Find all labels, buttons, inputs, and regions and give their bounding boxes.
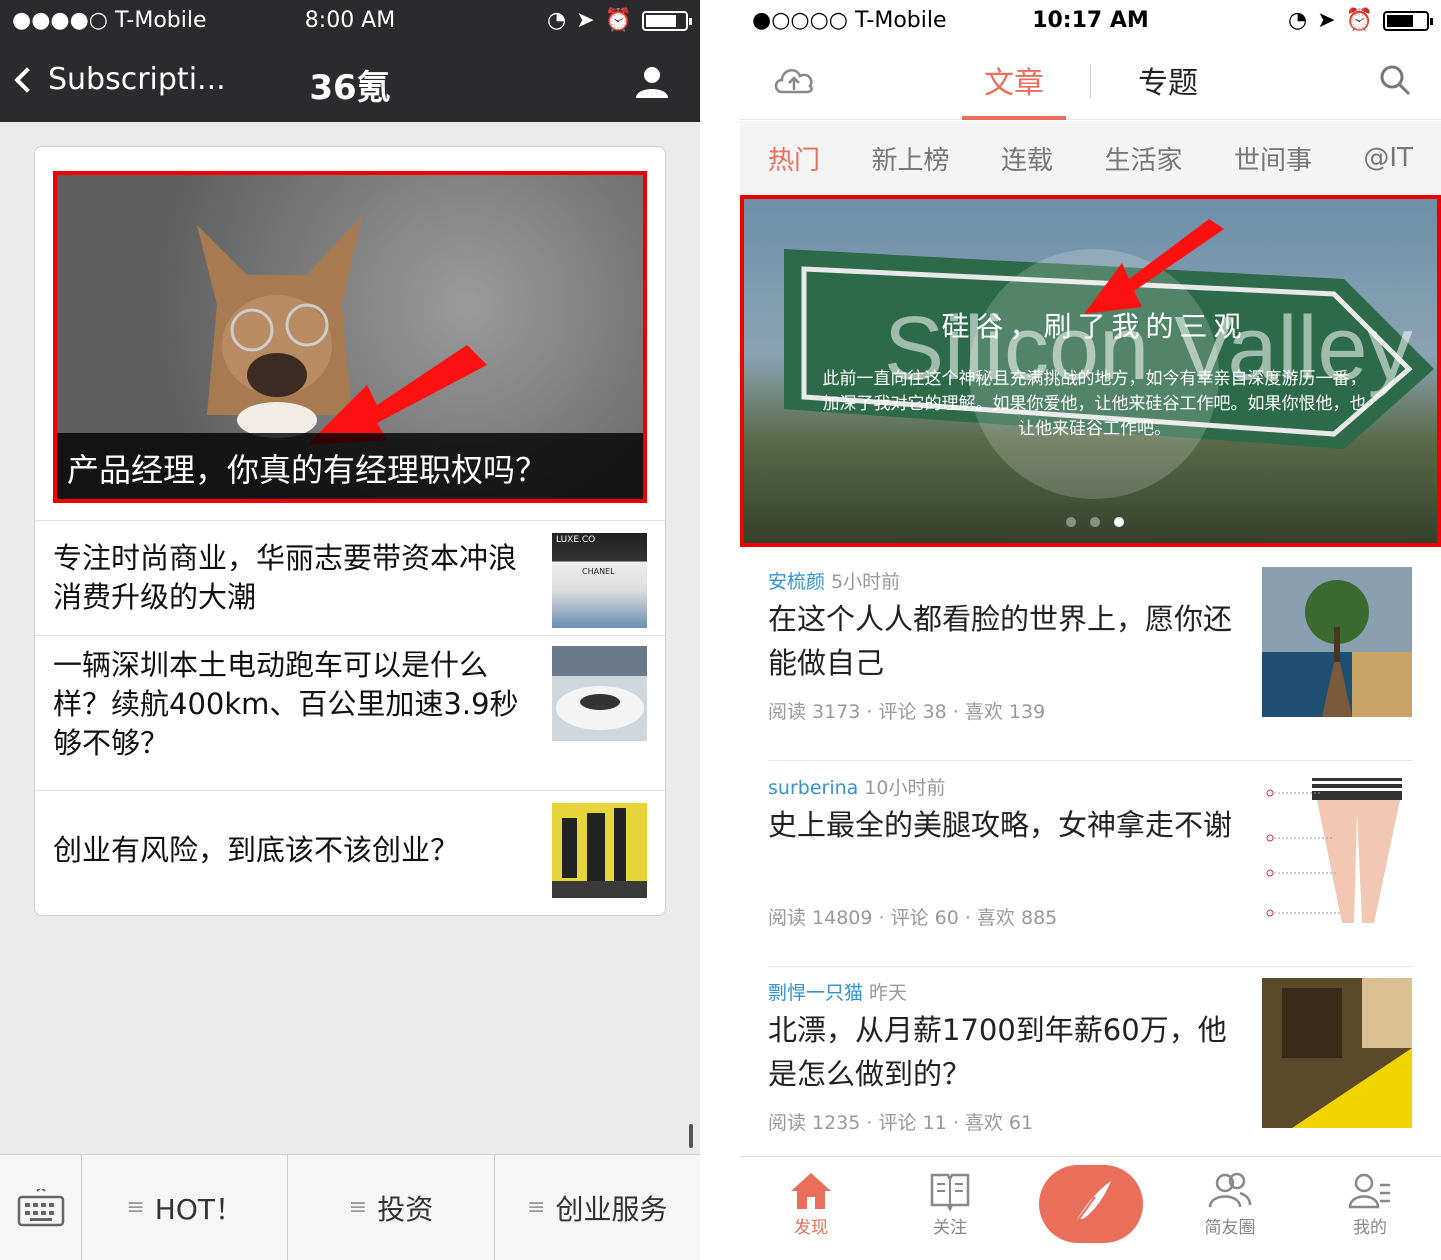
write-button[interactable] (1039, 1165, 1143, 1243)
alarm-icon: ⏰ (604, 8, 632, 33)
category-new[interactable]: 新上榜 (871, 140, 949, 177)
featured-article[interactable]: 产品经理，你真的有经理职权吗？ (53, 171, 647, 503)
menu-label: HOT！ (154, 1192, 243, 1226)
list-item[interactable]: 专注时尚商业，华丽志要带资本冲浪消费升级的大潮 LUXE.CO CHANEL (35, 520, 665, 635)
article-title[interactable]: 史上最全的美腿攻略，女神拿走不谢 (768, 803, 1238, 847)
category-serial[interactable]: 连载 (1001, 140, 1053, 177)
book-icon (930, 1173, 970, 1211)
car-thumbnail (552, 646, 647, 741)
profile-icon (1348, 1173, 1390, 1209)
category-world[interactable]: 世间事 (1234, 140, 1312, 177)
menu-lines-icon: ≡ (527, 1195, 546, 1220)
tab-topics[interactable]: 专题 (1138, 58, 1198, 102)
carousel-dots (744, 517, 1437, 527)
wechat-screen: ●●●●○ T-Mobile 8:00 AM ◔ ➤ ⏰ Subscripti.… (0, 0, 700, 1260)
menu-label: 创业服务 (555, 1192, 668, 1226)
status-icons: ◔ ➤ ⏰ (1287, 8, 1433, 33)
list-item[interactable]: surberina 10小时前 史上最全的美腿攻略，女神拿走不谢 阅读 14809… (768, 761, 1413, 967)
tab-label: 关注 (933, 1218, 967, 1238)
carousel-dot-active[interactable] (1113, 517, 1124, 527)
rotation-lock-icon: ◔ (546, 8, 567, 33)
article-thumbnail (1262, 773, 1412, 923)
bottom-tab-bar: 发现 关注 简友圈 我的 (740, 1156, 1441, 1260)
article-title: 创业有风险，到底该不该创业？ (53, 833, 460, 867)
article-meta: 安梳颜 5小时前 (768, 567, 900, 594)
article-thumbnail: LUXE.CO CHANEL (552, 533, 647, 628)
menu-label: 投资 (377, 1192, 434, 1226)
tab-follow[interactable]: 关注 (905, 1171, 995, 1238)
status-bar: ●○○○○ T-Mobile 10:17 AM ◔ ➤ ⏰ (740, 0, 1441, 42)
post-time: 昨天 (869, 982, 908, 1004)
menu-startup-services[interactable]: ≡ 创业服务 (495, 1155, 700, 1260)
article-thumbnail (1262, 978, 1412, 1128)
article-meta: 剽悍一只猫 昨天 (768, 978, 907, 1005)
location-icon: ➤ (576, 8, 595, 33)
menu-hot[interactable]: ≡ HOT！ (82, 1155, 289, 1260)
category-bar: 热门 新上榜 连载 生活家 世间事 @IT (740, 121, 1441, 195)
rotation-lock-icon: ◔ (1287, 8, 1308, 33)
home-icon (791, 1173, 831, 1209)
article-card: 产品经理，你真的有经理职权吗？ 专注时尚商业，华丽志要带资本冲浪消费升级的大潮 … (34, 146, 666, 916)
article-stats: 阅读 3173 · 评论 38 · 喜欢 139 (768, 701, 1046, 723)
article-title: 一辆深圳本土电动跑车可以是什么样？续航400km、百公里加速3.9秒够不够？ (53, 648, 519, 760)
tab-label: 我的 (1353, 1218, 1387, 1238)
tab-me[interactable]: 我的 (1325, 1171, 1415, 1238)
banner-title: 硅谷，刷了我的三观 (941, 310, 1248, 343)
list-item[interactable]: 剽悍一只猫 昨天 北漂，从月薪1700到年薪60万，他是怎么做到的？ 阅读 123… (768, 966, 1413, 1172)
tab-divider (1090, 64, 1091, 98)
bottom-menu: ≡ HOT！ ≡ 投资 ≡ 创业服务 (0, 1154, 700, 1260)
category-life[interactable]: 生活家 (1104, 140, 1182, 177)
jianshu-screen: ●○○○○ T-Mobile 10:17 AM ◔ ➤ ⏰ 文章 专题 热门 新… (740, 0, 1441, 1260)
article-stats: 阅读 1235 · 评论 11 · 喜欢 61 (768, 1112, 1034, 1134)
article-title: 专注时尚商业，华丽志要带资本冲浪消费升级的大潮 (53, 541, 518, 614)
featured-caption: 产品经理，你真的有经理职权吗？ (57, 433, 643, 499)
friends-icon (1208, 1172, 1252, 1208)
article-meta: surberina 10小时前 (768, 773, 945, 800)
carousel-dot[interactable] (1065, 517, 1076, 527)
list-item[interactable]: 一辆深圳本土电动跑车可以是什么样？续航400km、百公里加速3.9秒够不够？ (35, 635, 665, 790)
author-name[interactable]: 安梳颜 (768, 571, 825, 593)
battery-icon (1383, 10, 1433, 31)
tab-discover[interactable]: 发现 (766, 1171, 856, 1238)
banner-carousel[interactable]: Silicon Valley 硅谷，刷了我的三观 此前一直向往这个神秘且充满挑战… (740, 195, 1441, 547)
article-stats: 阅读 14809 · 评论 60 · 喜欢 885 (768, 907, 1058, 929)
cloud-upload-icon[interactable] (772, 62, 816, 98)
tab-articles[interactable]: 文章 (962, 58, 1066, 120)
nav-bar: Subscripti... 36氪 (0, 42, 700, 122)
battery-icon (642, 10, 692, 31)
tab-friends[interactable]: 简友圈 (1185, 1171, 1275, 1238)
article-thumbnail (1262, 567, 1412, 717)
quill-icon (1072, 1181, 1111, 1228)
tab-label: 发现 (794, 1218, 828, 1238)
menu-invest[interactable]: ≡ 投资 (288, 1155, 495, 1260)
page-title: 36氪 (309, 68, 391, 108)
banner-description: 此前一直向往这个神秘且充满挑战的地方，如今有幸亲自深度游历一番，加深了我对它的理… (822, 369, 1367, 439)
carousel-dot[interactable] (1089, 517, 1100, 527)
category-hot[interactable]: 热门 (768, 140, 820, 177)
article-thumbnail (552, 803, 647, 898)
category-it[interactable]: @IT (1363, 143, 1413, 173)
author-name[interactable]: surberina (768, 777, 858, 799)
menu-lines-icon: ≡ (348, 1195, 368, 1220)
top-nav: 文章 专题 (740, 42, 1441, 120)
alarm-icon: ⏰ (1345, 8, 1373, 33)
list-item[interactable]: 创业有风险，到底该不该创业？ (35, 790, 665, 915)
keyboard-icon (17, 1189, 65, 1227)
location-icon: ➤ (1317, 8, 1336, 33)
red-arrow-annotation (1084, 219, 1224, 314)
status-icons: ◔ ➤ ⏰ (546, 8, 692, 33)
tab-label: 简友圈 (1204, 1218, 1256, 1238)
profile-icon[interactable] (634, 64, 670, 100)
post-time: 5小时前 (831, 571, 901, 593)
scroll-indicator[interactable] (689, 1124, 693, 1148)
post-time: 10小时前 (864, 777, 946, 799)
menu-lines-icon: ≡ (126, 1195, 145, 1220)
article-title[interactable]: 北漂，从月薪1700到年薪60万，他是怎么做到的？ (768, 1008, 1238, 1096)
article-title[interactable]: 在这个人人都看脸的世界上，愿你还能做自己 (768, 597, 1238, 685)
keyboard-toggle[interactable] (0, 1155, 82, 1260)
status-bar: ●●●●○ T-Mobile 8:00 AM ◔ ➤ ⏰ (0, 0, 700, 42)
list-item[interactable]: 安梳颜 5小时前 在这个人人都看脸的世界上，愿你还能做自己 阅读 3173 · 评… (768, 555, 1413, 761)
author-name[interactable]: 剽悍一只猫 (768, 982, 863, 1004)
search-icon[interactable] (1379, 64, 1411, 96)
